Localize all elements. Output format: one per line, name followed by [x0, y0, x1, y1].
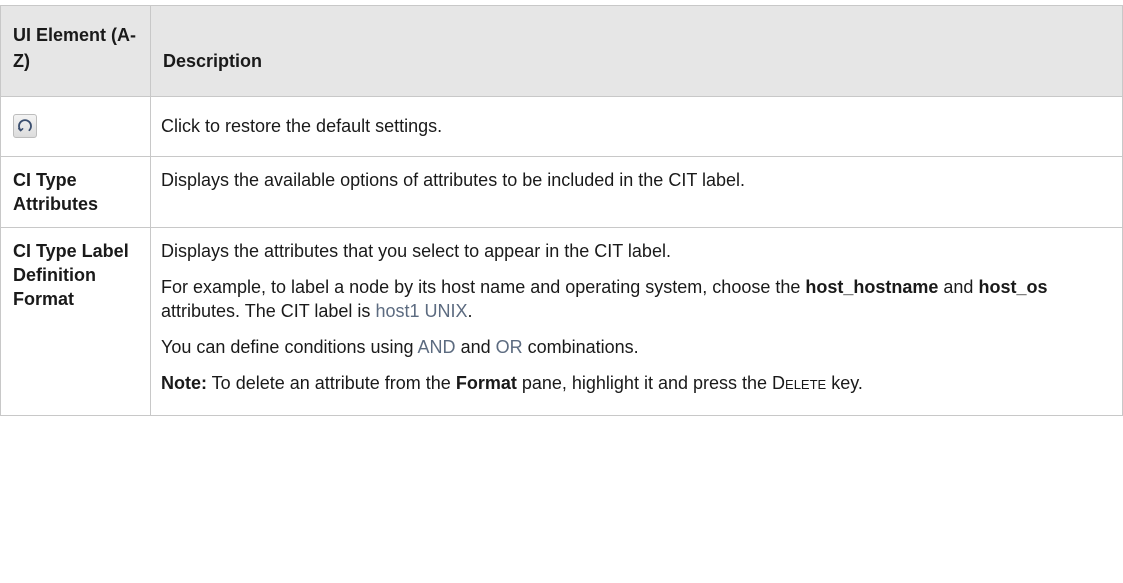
- keyword-and: AND: [417, 337, 456, 357]
- example-text: .: [467, 301, 473, 321]
- table-header-row: UI Element (A-Z) Description: [0, 5, 1123, 97]
- example-label-value: host1 UNIX: [375, 301, 468, 321]
- keyword-or: OR: [495, 337, 523, 357]
- attribute-host-hostname: host_hostname: [805, 277, 939, 297]
- description-cell: Click to restore the default settings.: [150, 96, 1123, 157]
- attributes-description: Displays the available options of attrib…: [161, 170, 746, 190]
- format-description: Displays the attributes that you select …: [161, 241, 671, 261]
- format-note-paragraph: Note: To delete an attribute from the Fo…: [161, 371, 1108, 395]
- conditions-text: and: [455, 337, 496, 357]
- description-cell: Displays the attributes that you select …: [150, 227, 1123, 416]
- delete-key-name: Delete: [772, 373, 827, 393]
- ui-elements-table: UI Element (A-Z) Description Click to re…: [0, 5, 1123, 416]
- example-text: For example, to label a node by its host…: [161, 277, 806, 297]
- attribute-host-os: host_os: [978, 277, 1048, 297]
- description-cell: Displays the available options of attrib…: [150, 156, 1123, 228]
- example-text: attributes. The CIT label is: [161, 301, 376, 321]
- format-conditions-paragraph: You can define conditions using AND and …: [161, 335, 1108, 359]
- ui-element-name: CI Type Attributes: [0, 156, 151, 228]
- conditions-text: You can define conditions using: [161, 337, 418, 357]
- restore-defaults-icon[interactable]: [13, 114, 37, 138]
- conditions-text: combinations.: [522, 337, 639, 357]
- format-example-paragraph: For example, to label a node by its host…: [161, 275, 1108, 323]
- table-row-ci-type-attributes: CI Type Attributes Displays the availabl…: [0, 156, 1123, 228]
- table-row-label-definition-format: CI Type Label Definition Format Displays…: [0, 227, 1123, 416]
- header-description: Description: [150, 5, 1123, 97]
- note-label: Note:: [161, 373, 207, 393]
- ui-element-cell: [0, 96, 151, 157]
- header-ui-element: UI Element (A-Z): [0, 5, 151, 97]
- note-text: pane, highlight it and press the: [516, 373, 773, 393]
- note-text: key.: [826, 373, 863, 393]
- ui-element-name: CI Type Label Definition Format: [0, 227, 151, 416]
- format-pane-name: Format: [455, 373, 517, 393]
- restore-description: Click to restore the default settings.: [161, 116, 443, 136]
- note-text: To delete an attribute from the: [207, 373, 456, 393]
- table-row-restore: Click to restore the default settings.: [0, 96, 1123, 157]
- example-text: and: [938, 277, 979, 297]
